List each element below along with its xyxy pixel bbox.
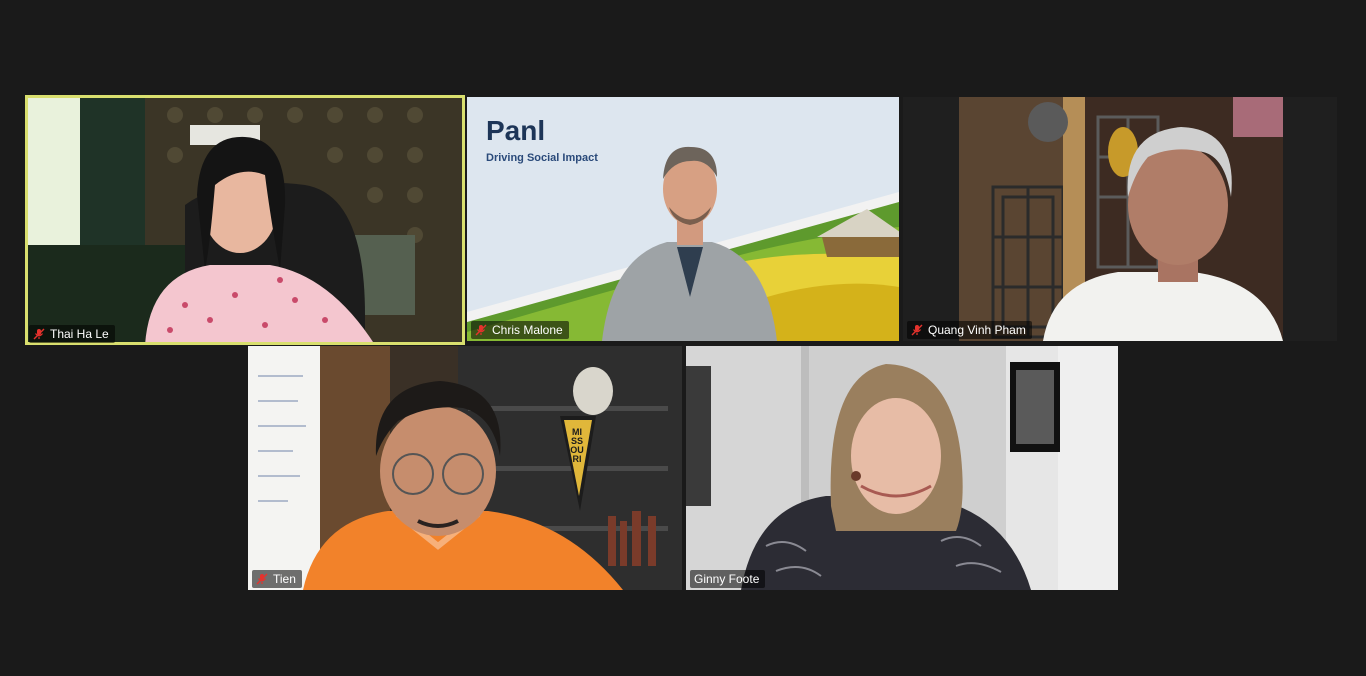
pennant-text: MISSOURI [570, 427, 584, 464]
microphone-muted-icon [911, 324, 923, 336]
participant-name: Chris Malone [492, 323, 563, 337]
video-tile-thai-ha-le[interactable]: Thai Ha Le [25, 95, 465, 345]
slide-title: Panl [486, 115, 546, 146]
microphone-muted-icon [256, 573, 268, 585]
video-tile-chris-malone[interactable]: Panl Driving Social Impact Chris Malone [467, 97, 899, 341]
participant-name-tag: Ginny Foote [690, 570, 766, 588]
participant-video [686, 346, 1118, 590]
video-tile-tien[interactable]: MISSOURI Tien [248, 346, 682, 590]
participant-name: Thai Ha Le [50, 327, 109, 341]
video-tile-quang-vinh-pham[interactable]: Quang Vinh Pham [903, 97, 1337, 341]
participant-name: Quang Vinh Pham [928, 323, 1026, 337]
microphone-muted-icon [33, 328, 45, 340]
participant-name: Ginny Foote [694, 572, 760, 586]
slide-subtitle: Driving Social Impact [486, 152, 598, 164]
video-tile-ginny-foote[interactable]: Ginny Foote [686, 346, 1118, 590]
participant-video [903, 97, 1337, 341]
microphone-muted-icon [475, 324, 487, 336]
participant-video [248, 346, 682, 590]
participant-name-tag: Chris Malone [471, 321, 569, 339]
participant-video [25, 95, 465, 345]
participant-name: Tien [273, 572, 296, 586]
participant-name-tag: Quang Vinh Pham [907, 321, 1032, 339]
participant-name-tag: Thai Ha Le [29, 325, 115, 343]
participant-name-tag: Tien [252, 570, 302, 588]
